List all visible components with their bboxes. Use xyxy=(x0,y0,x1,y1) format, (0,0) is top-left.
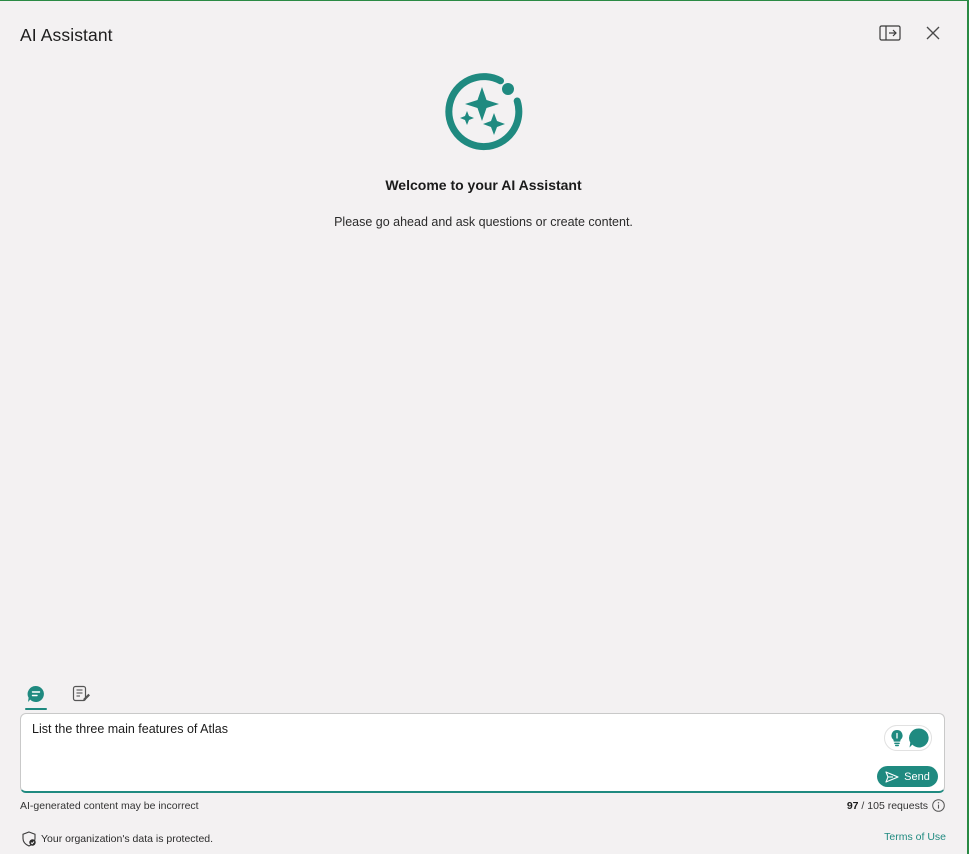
close-button[interactable] xyxy=(919,21,947,49)
chat-bubble-icon xyxy=(26,684,46,709)
sparkle-assistant-icon xyxy=(444,73,524,153)
info-icon[interactable] xyxy=(932,799,945,812)
panel-title: AI Assistant xyxy=(20,25,113,45)
data-protection-notice: Your organization's data is protected. xyxy=(21,831,213,847)
welcome-subtitle: Please go ahead and ask questions or cre… xyxy=(334,215,633,229)
send-label: Send xyxy=(904,770,930,783)
ai-assistant-panel: AI Assistant Welcome to your AI Assistan… xyxy=(0,0,969,854)
tab-chat[interactable] xyxy=(23,683,49,710)
undock-panel-icon xyxy=(879,24,901,46)
undock-button[interactable] xyxy=(876,21,904,49)
prompt-suggestions-button[interactable] xyxy=(884,725,932,751)
send-button[interactable]: Send xyxy=(877,766,938,787)
notes-edit-icon xyxy=(71,684,91,709)
close-icon xyxy=(925,25,941,46)
requests-separator: / xyxy=(858,799,868,812)
shield-check-icon xyxy=(21,831,37,847)
ai-disclaimer: AI-generated content may be incorrect xyxy=(20,800,199,812)
prompt-composer: Send xyxy=(20,713,945,793)
lightbulb-icon xyxy=(890,729,904,747)
request-counter: 97 / 105 requests xyxy=(847,799,945,812)
send-icon xyxy=(885,770,899,783)
terms-of-use-link[interactable]: Terms of Use xyxy=(884,831,946,843)
protected-text: Your organization's data is protected. xyxy=(41,833,214,845)
tab-notes[interactable] xyxy=(68,683,94,709)
requests-total: 105 requests xyxy=(867,799,928,812)
requests-used: 97 xyxy=(846,799,859,812)
prompt-input[interactable] xyxy=(32,722,872,736)
assistant-bubble-icon xyxy=(908,727,930,749)
welcome-heading: Welcome to your AI Assistant xyxy=(385,177,582,193)
